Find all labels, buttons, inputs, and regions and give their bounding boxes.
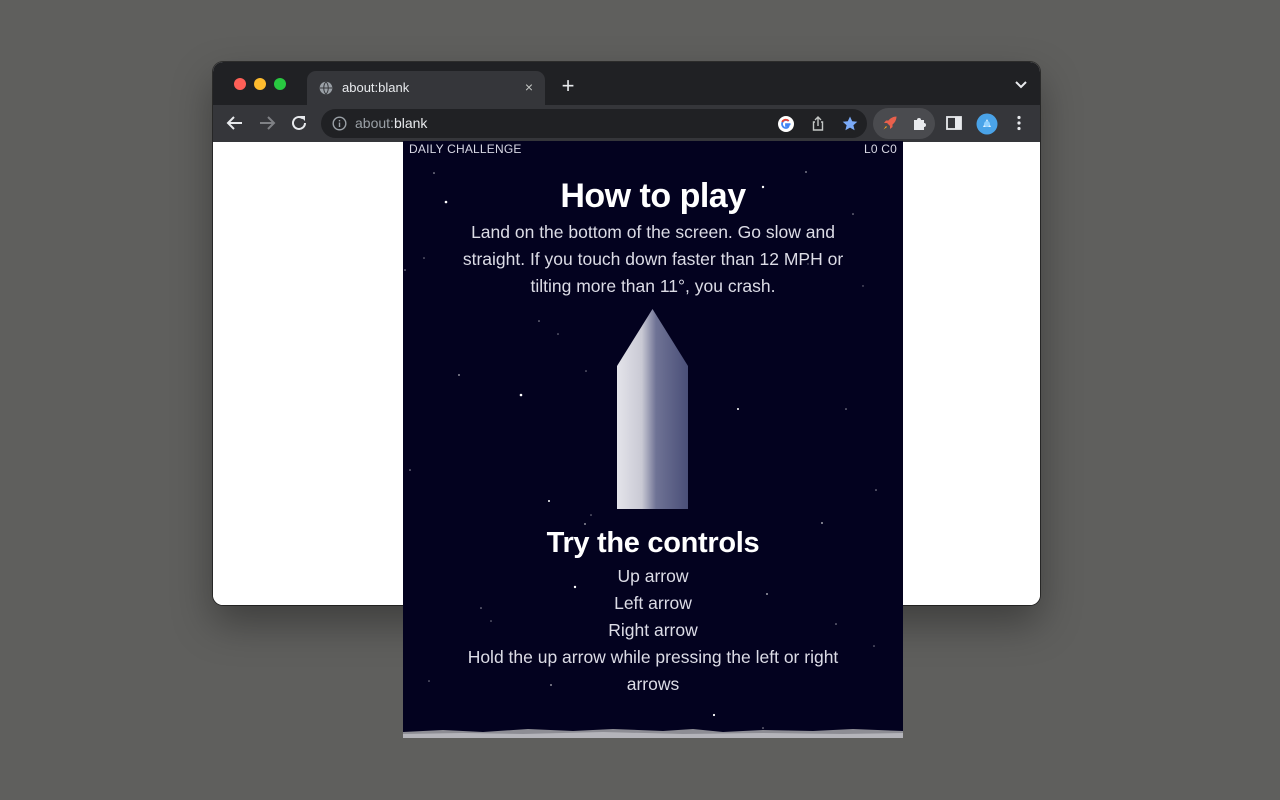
control-up-arrow: Up arrow [617, 566, 689, 586]
rocket-icon [617, 309, 688, 509]
chevron-down-icon[interactable] [1014, 80, 1028, 90]
control-right-arrow: Right arrow [608, 620, 698, 640]
back-arrow-icon[interactable] [226, 114, 244, 132]
plus-icon[interactable]: + [557, 75, 579, 98]
profile-avatar-icon[interactable] [976, 113, 998, 135]
forward-arrow-icon[interactable] [258, 114, 276, 132]
reload-icon[interactable] [290, 114, 308, 132]
tab-about-blank[interactable]: about:blank × [307, 71, 545, 105]
url-path: blank [393, 115, 428, 131]
controls-list: Up arrow Left arrow Right arrow Hold the… [453, 563, 853, 698]
globe-icon [319, 81, 333, 95]
share-icon[interactable] [809, 115, 827, 133]
level-counter: L0 C0 [863, 142, 897, 156]
window-minimize-button[interactable] [254, 78, 266, 90]
bookmark-star-icon[interactable] [841, 115, 859, 133]
address-bar[interactable]: about:blank [321, 109, 867, 138]
game-canvas[interactable]: DAILY CHALLENGE L0 C0 How to play Land o… [403, 141, 903, 738]
controls-title: Try the controls [546, 527, 760, 559]
url-scheme: about: [355, 115, 394, 131]
lunar-ground [403, 729, 903, 738]
tab-title: about:blank [342, 80, 410, 95]
window-maximize-button[interactable] [274, 78, 286, 90]
window-close-button[interactable] [234, 78, 246, 90]
url-text: about:blank [355, 115, 427, 131]
close-icon[interactable]: × [521, 79, 537, 95]
toolbar: about:blank [213, 105, 1040, 142]
control-combo: Hold the up arrow while pressing the lef… [467, 647, 839, 694]
info-icon[interactable] [332, 116, 347, 131]
more-menu-icon[interactable] [1010, 114, 1028, 132]
daily-challenge-label: DAILY CHALLENGE [409, 142, 522, 156]
side-panel-icon[interactable] [945, 114, 963, 132]
extensions-group [873, 108, 935, 139]
tab-strip: about:blank × + [213, 62, 1040, 105]
rocket-extension-icon[interactable] [881, 114, 899, 132]
puzzle-extensions-icon[interactable] [911, 114, 929, 132]
page-title: How to play [560, 177, 746, 215]
control-left-arrow: Left arrow [614, 593, 692, 613]
google-icon[interactable] [777, 115, 795, 133]
instructions-text: Land on the bottom of the screen. Go slo… [462, 222, 844, 296]
